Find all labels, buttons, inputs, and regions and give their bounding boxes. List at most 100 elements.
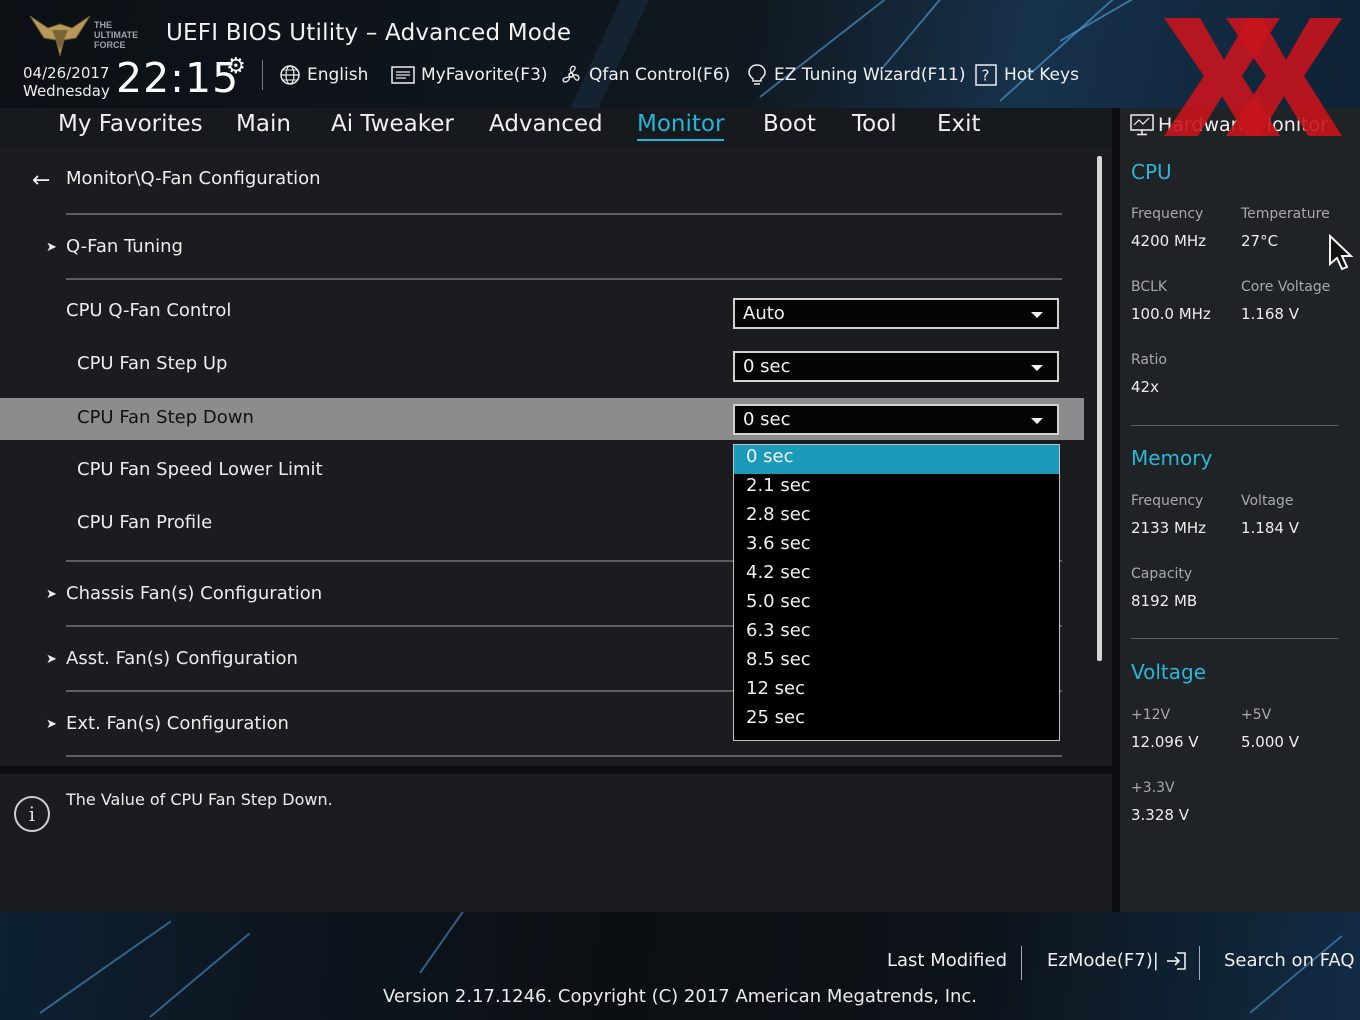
chevron-right-icon: ➤: [46, 652, 57, 667]
back-arrow-icon[interactable]: ←: [32, 168, 50, 193]
breadcrumb: Monitor\Q-Fan Configuration: [66, 168, 321, 189]
help-question-icon: ?: [975, 64, 997, 86]
date-text: 04/26/2017: [23, 64, 110, 82]
cpu-qfan-control-select[interactable]: Auto: [733, 298, 1059, 329]
cpu-temperature-value: 27°C: [1241, 232, 1279, 250]
tab-advanced[interactable]: Advanced: [489, 111, 603, 139]
divider: [66, 213, 1062, 215]
ezmode-button[interactable]: EzMode(F7)|: [1047, 950, 1187, 971]
cpu-frequency-label: Frequency: [1131, 206, 1204, 222]
tuf-logo: THE ULTIMATE FORCE: [26, 10, 150, 58]
decor-streak: [419, 912, 473, 974]
hot-keys-label: Hot Keys: [1004, 65, 1079, 85]
cpu-fan-step-up-select[interactable]: 0 sec: [733, 351, 1059, 382]
cpu-heading: CPU: [1131, 160, 1172, 184]
monitor-icon: [1130, 114, 1154, 136]
step-down-options-list: 0 sec 2.1 sec 2.8 sec 3.6 sec 4.2 sec 5.…: [733, 444, 1060, 741]
cpu-fan-step-down-value: 0 sec: [743, 409, 791, 430]
help-info-panel: i The Value of CPU Fan Step Down.: [0, 774, 1112, 912]
memory-frequency-label: Frequency: [1131, 493, 1204, 509]
exit-arrow-icon: [1166, 951, 1186, 970]
dropdown-option[interactable]: 0 sec: [734, 445, 1059, 474]
memory-voltage-label: Voltage: [1241, 493, 1294, 509]
dropdown-option[interactable]: 25 sec: [734, 706, 1059, 735]
dropdown-option[interactable]: 2.8 sec: [734, 503, 1059, 532]
memory-frequency-value: 2133 MHz: [1131, 519, 1207, 537]
qfan-control-label: Qfan Control(F6): [589, 65, 731, 85]
dropdown-caret-icon: [1031, 365, 1043, 371]
v33-label: +3.3V: [1131, 780, 1175, 796]
dropdown-caret-icon: [1031, 418, 1043, 424]
tab-tool[interactable]: Tool: [852, 111, 897, 139]
dropdown-option[interactable]: 8.5 sec: [734, 648, 1059, 677]
cpu-fan-profile-label[interactable]: CPU Fan Profile: [77, 512, 212, 533]
hot-keys-button[interactable]: ? Hot Keys: [974, 62, 1079, 88]
dropdown-option[interactable]: 3.6 sec: [734, 532, 1059, 561]
capacity-label: Capacity: [1131, 566, 1193, 582]
cpu-fan-step-up-label: CPU Fan Step Up: [77, 353, 228, 374]
cpu-fan-step-down-label: CPU Fan Step Down: [77, 407, 254, 428]
search-faq-label: Search on FAQ: [1224, 950, 1355, 971]
language-button[interactable]: English: [279, 62, 368, 88]
myfavorite-label: MyFavorite(F3): [421, 65, 548, 85]
ext-fan-config-item[interactable]: Ext. Fan(s) Configuration: [66, 713, 289, 734]
cpu-temperature-label: Temperature: [1241, 206, 1330, 222]
dropdown-option[interactable]: 5.0 sec: [734, 590, 1059, 619]
bclk-value: 100.0 MHz: [1131, 305, 1211, 323]
header-divider: [262, 60, 263, 90]
core-voltage-label: Core Voltage: [1241, 279, 1331, 295]
cpu-fan-speed-lower-limit-label[interactable]: CPU Fan Speed Lower Limit: [77, 459, 323, 480]
core-voltage-value: 1.168 V: [1241, 305, 1299, 323]
chevron-right-icon: ➤: [46, 240, 57, 255]
v5-label: +5V: [1241, 707, 1272, 723]
gear-icon[interactable]: ⚙: [226, 54, 246, 79]
ratio-value: 42x: [1131, 378, 1159, 396]
dropdown-option[interactable]: 4.2 sec: [734, 561, 1059, 590]
dropdown-option[interactable]: 2.1 sec: [734, 474, 1059, 503]
cpu-qfan-control-value: Auto: [743, 303, 785, 324]
footer-bar: Last Modified EzMode(F7)| Search on FAQ …: [0, 912, 1360, 1020]
cpu-fan-step-up-value: 0 sec: [743, 356, 791, 377]
scrollbar[interactable]: [1097, 156, 1102, 661]
ez-tuning-label: EZ Tuning Wizard(F11): [774, 65, 966, 85]
tab-exit[interactable]: Exit: [937, 111, 981, 139]
version-text: Version 2.17.1246. Copyright (C) 2017 Am…: [382, 986, 978, 1007]
ez-tuning-wizard-button[interactable]: EZ Tuning Wizard(F11): [746, 62, 966, 88]
last-modified-label: Last Modified: [887, 950, 1008, 971]
qfan-control-button[interactable]: Qfan Control(F6): [559, 62, 730, 88]
cpu-fan-step-down-select[interactable]: 0 sec: [733, 404, 1059, 435]
chassis-fan-config-item[interactable]: Chassis Fan(s) Configuration: [66, 583, 322, 604]
qfan-tuning-item[interactable]: Q-Fan Tuning: [66, 236, 183, 257]
v12-label: +12V: [1131, 707, 1171, 723]
tab-ai-tweaker[interactable]: Ai Tweaker: [331, 111, 454, 139]
app-title: UEFI BIOS Utility – Advanced Mode: [166, 20, 572, 46]
capacity-value: 8192 MB: [1131, 592, 1198, 610]
cpu-frequency-value: 4200 MHz: [1131, 232, 1207, 250]
dropdown-caret-icon: [1031, 312, 1043, 318]
weekday-text: Wednesday: [23, 82, 110, 100]
dropdown-option[interactable]: 6.3 sec: [734, 619, 1059, 648]
svg-text:?: ?: [982, 67, 990, 85]
info-icon: i: [14, 796, 50, 832]
hardware-monitor-panel: Hardware Monitor CPU Frequency Temperatu…: [1120, 108, 1360, 912]
tab-my-favorites[interactable]: My Favorites: [58, 111, 203, 139]
chevron-right-icon: ➤: [46, 717, 57, 732]
lightbulb-icon: [748, 64, 766, 85]
dropdown-option[interactable]: 12 sec: [734, 677, 1059, 706]
bclk-label: BCLK: [1131, 279, 1168, 295]
ezmode-label: EzMode(F7)|: [1047, 950, 1159, 971]
svg-text:ULTIMATE: ULTIMATE: [94, 30, 138, 40]
v33-value: 3.328 V: [1131, 806, 1189, 824]
chevron-right-icon: ➤: [46, 587, 57, 602]
main-menu-bar: My Favorites Main Ai Tweaker Advanced Mo…: [0, 108, 1112, 148]
myfavorite-button[interactable]: MyFavorite(F3): [391, 62, 548, 88]
v12-value: 12.096 V: [1131, 733, 1199, 751]
last-modified-button[interactable]: Last Modified: [887, 950, 1007, 971]
tab-boot[interactable]: Boot: [763, 111, 816, 139]
search-faq-button[interactable]: Search on FAQ: [1224, 950, 1355, 971]
tab-main[interactable]: Main: [236, 111, 291, 139]
asst-fan-config-item[interactable]: Asst. Fan(s) Configuration: [66, 648, 298, 669]
tab-monitor[interactable]: Monitor: [637, 111, 725, 141]
favorite-list-icon: [391, 66, 415, 84]
globe-icon: [280, 65, 300, 85]
